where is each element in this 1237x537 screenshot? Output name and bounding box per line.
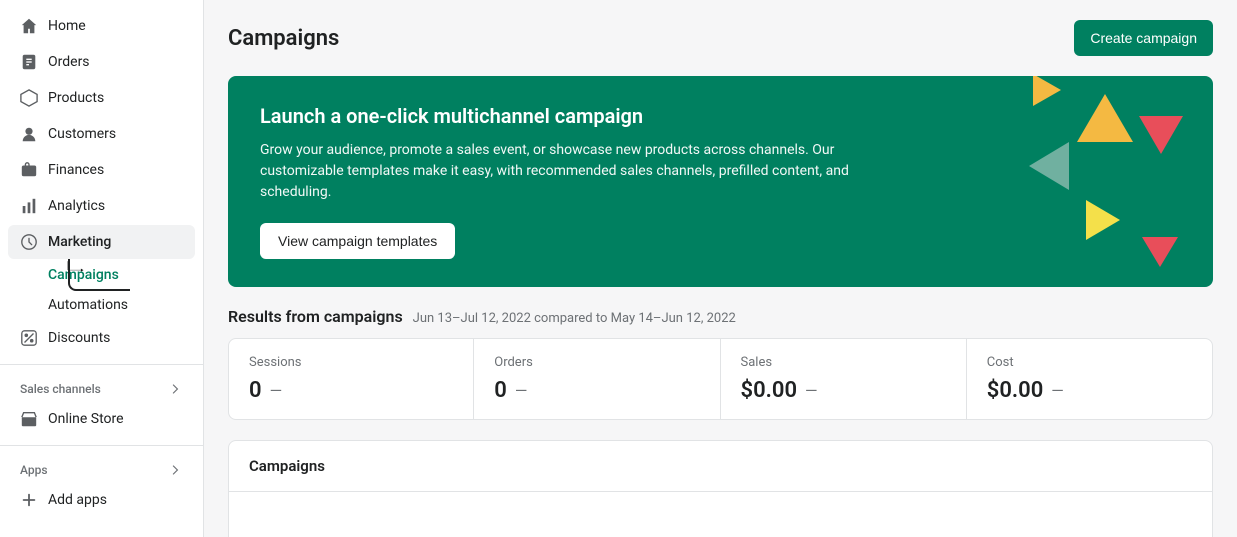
sales-channels-header[interactable]: Sales channels <box>0 373 203 401</box>
products-icon <box>20 89 38 107</box>
stat-card-sessions: Sessions 0 — <box>228 338 474 420</box>
sidebar-label-marketing: Marketing <box>48 234 111 250</box>
stat-dash-sales: — <box>805 381 818 400</box>
finances-icon <box>20 161 38 179</box>
sidebar-item-finances[interactable]: Finances <box>8 153 195 187</box>
sidebar-label-finances: Finances <box>48 162 104 178</box>
discounts-icon <box>20 329 38 347</box>
results-header: Results from campaigns Jun 13–Jul 12, 20… <box>228 307 1213 326</box>
stat-label-sales: Sales <box>741 355 946 370</box>
sidebar-item-marketing[interactable]: Marketing <box>8 225 195 259</box>
stat-card-sales: Sales $0.00 — <box>721 338 967 420</box>
stat-value-sessions: 0 — <box>249 378 453 403</box>
customers-icon <box>20 125 38 143</box>
sidebar-item-orders[interactable]: Orders <box>8 45 195 79</box>
sidebar-label-orders: Orders <box>48 54 90 70</box>
page-header: Campaigns Create campaign <box>228 20 1213 56</box>
results-date: Jun 13–Jul 12, 2022 compared to May 14–J… <box>413 311 736 326</box>
stat-card-cost: Cost $0.00 — <box>967 338 1213 420</box>
sidebar-label-discounts: Discounts <box>48 330 110 346</box>
banner-title: Launch a one-click multichannel campaign <box>260 104 1181 128</box>
stat-label-sessions: Sessions <box>249 355 453 370</box>
sidebar-divider-2 <box>0 445 203 446</box>
apps-label: Apps <box>20 463 48 477</box>
campaigns-card: Campaigns Marketing campaigns are groups… <box>228 440 1213 537</box>
stat-card-orders: Orders 0 — <box>474 338 720 420</box>
main-content: Campaigns Create campaign Launch a one-c… <box>204 0 1237 537</box>
sidebar-label-products: Products <box>48 90 104 106</box>
plus-icon <box>20 491 38 509</box>
triangle-light-1 <box>1029 142 1069 190</box>
campaigns-empty-state: Marketing campaigns are groups of relate… <box>229 492 1212 537</box>
stat-value-orders: 0 — <box>494 378 699 403</box>
sidebar-item-add-apps[interactable]: Add apps <box>8 483 195 517</box>
sidebar-sub-item-campaigns[interactable]: Campaigns <box>8 261 195 289</box>
stats-grid: Sessions 0 — Orders 0 — Sales $0.00 — Co… <box>228 338 1213 420</box>
stat-label-orders: Orders <box>494 355 699 370</box>
stat-dash-orders: — <box>515 381 528 400</box>
campaigns-card-title: Campaigns <box>229 441 1212 492</box>
sidebar-sub-label-campaigns: Campaigns <box>48 267 119 283</box>
stat-dash-cost: — <box>1051 381 1064 400</box>
stat-value-sales: $0.00 — <box>741 378 946 403</box>
sidebar: Home Orders Products Customers Finances … <box>0 0 204 537</box>
sidebar-item-home[interactable]: Home <box>8 9 195 43</box>
sidebar-label-analytics: Analytics <box>48 198 105 214</box>
triangle-yellow-3 <box>1033 76 1061 106</box>
chevron-right-icon <box>167 381 183 397</box>
create-campaign-button[interactable]: Create campaign <box>1074 20 1213 56</box>
apps-header[interactable]: Apps <box>0 454 203 482</box>
page-title: Campaigns <box>228 26 339 51</box>
sidebar-divider-1 <box>0 364 203 365</box>
stat-label-cost: Cost <box>987 355 1192 370</box>
sidebar-label-home: Home <box>48 18 86 34</box>
sidebar-label-add-apps: Add apps <box>48 492 107 508</box>
results-title: Results from campaigns <box>228 307 403 326</box>
view-templates-button[interactable]: View campaign templates <box>260 223 455 259</box>
sidebar-item-analytics[interactable]: Analytics <box>8 189 195 223</box>
banner-description: Grow your audience, promote a sales even… <box>260 140 860 203</box>
sidebar-item-products[interactable]: Products <box>8 81 195 115</box>
sidebar-sub-label-automations: Automations <box>48 297 128 313</box>
store-icon <box>20 410 38 428</box>
sidebar-item-customers[interactable]: Customers <box>8 117 195 151</box>
triangle-yellow-2 <box>1086 200 1120 240</box>
sidebar-label-online-store: Online Store <box>48 411 124 427</box>
chevron-right-apps-icon <box>167 462 183 478</box>
sidebar-item-online-store[interactable]: Online Store <box>8 402 195 436</box>
stat-value-cost: $0.00 — <box>987 378 1192 403</box>
campaign-banner: Launch a one-click multichannel campaign… <box>228 76 1213 287</box>
orders-icon <box>20 53 38 71</box>
sales-channels-label: Sales channels <box>20 382 101 396</box>
triangle-red-2 <box>1142 237 1178 267</box>
marketing-icon <box>20 233 38 251</box>
stat-dash-sessions: — <box>270 381 283 400</box>
sidebar-item-discounts[interactable]: Discounts <box>8 321 195 355</box>
sidebar-sub-item-automations[interactable]: Automations <box>8 291 195 319</box>
analytics-icon <box>20 197 38 215</box>
sidebar-label-customers: Customers <box>48 126 116 142</box>
home-icon <box>20 17 38 35</box>
